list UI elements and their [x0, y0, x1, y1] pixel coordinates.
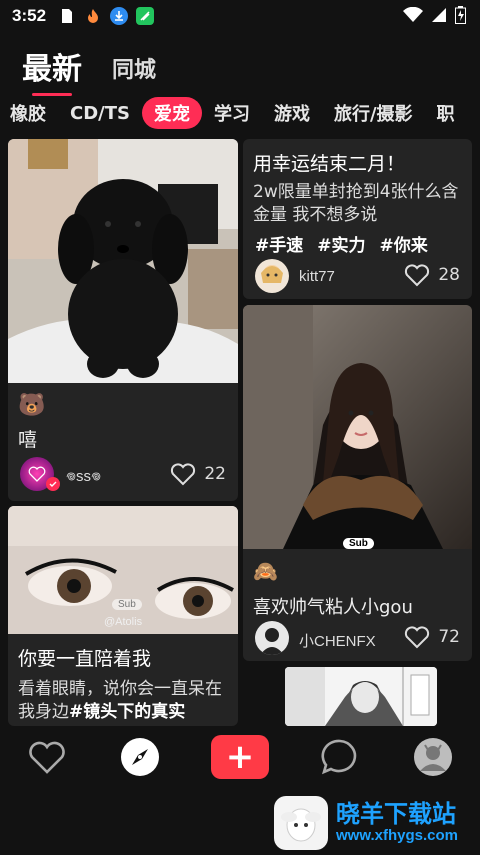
card3-text: 喜欢帅气粘人小gou — [253, 597, 413, 618]
watermark-url: www.xfhygs.com — [336, 827, 458, 845]
feed-card-poodle[interactable]: 🐻 嘻 𖦹ss𖦹 22 — [8, 139, 238, 501]
hashtag[interactable]: #镜头下的真实 — [69, 702, 185, 722]
card1-text: 嘻 — [18, 429, 38, 451]
card2-avatar[interactable] — [255, 259, 289, 293]
card2-like-count: 28 — [438, 265, 460, 285]
card1-emoji: 🐻 — [18, 393, 46, 418]
watermark-name: 晓羊下载站 — [336, 799, 456, 828]
feed-card-manga[interactable] — [285, 667, 437, 726]
download-icon — [110, 7, 129, 25]
feed-card-portrait[interactable]: Sub 🙈 喜欢帅气粘人小gou 小CHENFX 72 — [243, 305, 472, 661]
hashtag[interactable]: #实力 — [317, 231, 365, 256]
category-cdts[interactable]: CD/TS — [58, 100, 142, 127]
verified-badge-icon — [46, 477, 60, 491]
card3-username[interactable]: 小CHENFX — [299, 630, 376, 651]
heart-icon[interactable] — [404, 625, 430, 649]
feed-card-text[interactable]: 用幸运结束二月！ 2w限量单封抢到4张什么含金量 我不想多说 #手速 #实力 #… — [243, 139, 472, 299]
nav-discover[interactable] — [117, 734, 163, 780]
heart-icon[interactable] — [404, 263, 430, 287]
category-travel[interactable]: 旅行/摄影 — [322, 97, 425, 129]
heart-icon[interactable] — [27, 739, 67, 775]
wifi-icon — [403, 7, 423, 22]
card3-like-count: 72 — [438, 627, 460, 647]
category-games[interactable]: 游戏 — [262, 97, 322, 129]
app-icon — [136, 7, 155, 25]
chat-bubble-icon[interactable] — [320, 737, 360, 777]
tab-latest[interactable]: 最新 — [22, 44, 82, 96]
compass-icon[interactable] — [120, 737, 160, 777]
sub-badge: Sub — [112, 599, 142, 610]
profile-icon[interactable] — [413, 737, 453, 777]
card2-title: 用幸运结束二月！ — [253, 153, 406, 175]
card3-likes[interactable]: 72 — [404, 625, 460, 649]
status-bar: 3:52 — [0, 0, 480, 32]
fire-icon — [84, 7, 102, 25]
plus-icon[interactable]: + — [210, 735, 269, 779]
card1-likes[interactable]: 22 — [170, 462, 226, 486]
card3-avatar[interactable] — [255, 621, 289, 655]
eyes-image — [8, 506, 238, 634]
manga-image — [285, 667, 437, 726]
category-bar: 橡胶 CD/TS 爱宠 学习 游戏 旅行/摄影 职 — [0, 97, 480, 129]
screen: 3:52 最新 同城 橡胶 CD/TS 爱宠 学习 游戏 旅行/摄影 职 🐻 嘻… — [0, 0, 480, 855]
sheep-logo-icon — [274, 795, 328, 850]
signal-icon — [432, 8, 446, 22]
poodle-image — [8, 139, 238, 383]
card1-username[interactable]: 𖦹ss𖦹 — [66, 466, 101, 486]
card2-username[interactable]: kitt77 — [299, 268, 335, 285]
category-study[interactable]: 学习 — [202, 97, 262, 129]
tab-local[interactable]: 同城 — [112, 52, 156, 88]
card2-likes[interactable]: 28 — [404, 263, 460, 287]
category-pets[interactable]: 爱宠 — [141, 97, 202, 129]
notification-icon — [58, 7, 76, 25]
category-rubber[interactable]: 橡胶 — [0, 97, 58, 129]
hashtag[interactable]: #手速 — [255, 231, 303, 256]
hashtag[interactable]: #你来 — [380, 231, 428, 256]
heart-icon[interactable] — [170, 462, 196, 486]
card1-like-count: 22 — [204, 464, 226, 484]
site-watermark: 晓羊下载站 www.xfhygs.com — [274, 790, 480, 855]
bottom-nav: + — [0, 726, 480, 788]
nav-messages[interactable] — [317, 734, 363, 780]
card2-body: 2w限量单封抢到4张什么含金量 我不想多说 — [253, 182, 459, 225]
photo-watermark: @Atolis — [104, 616, 143, 628]
status-time: 3:52 — [12, 6, 47, 25]
top-tabs: 最新 同城 — [22, 44, 156, 96]
feed-card-eyes[interactable]: Sub @Atolis 你要一直陪着我 看着眼睛，说你会一直呆在我身边#镜头下的… — [8, 506, 238, 726]
nav-create[interactable]: + — [210, 734, 270, 780]
sub-badge: Sub — [343, 538, 374, 549]
nav-profile[interactable] — [410, 734, 456, 780]
card4-body: 看着眼睛，说你会一直呆在我身边#镜头下的真实 — [18, 678, 232, 724]
card3-emoji: 🙈 — [253, 559, 278, 583]
battery-icon — [455, 6, 466, 24]
category-job[interactable]: 职 — [425, 97, 467, 129]
status-right — [403, 6, 466, 24]
card4-title: 你要一直陪着我 — [18, 648, 152, 670]
nav-likes[interactable] — [24, 734, 70, 780]
portrait-image — [243, 305, 472, 549]
card2-tags: #手速 #实力 #你来 — [255, 231, 428, 256]
